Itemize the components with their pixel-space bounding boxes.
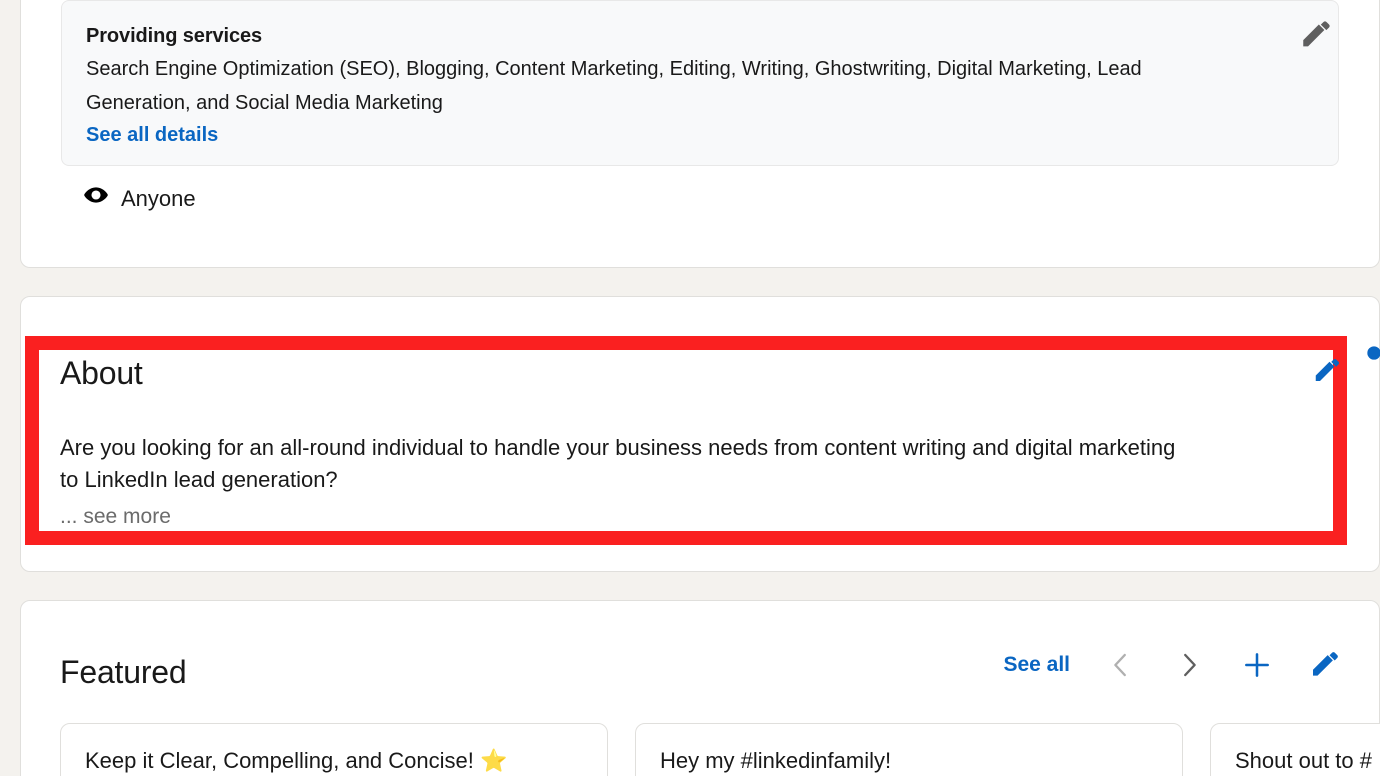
pencil-icon-fragment — [1366, 345, 1380, 361]
featured-actions: See all — [1003, 648, 1342, 682]
visibility-label: Anyone — [121, 185, 196, 211]
featured-cards-carousel: Keep it Clear, Compelling, and Concise! … — [60, 723, 1380, 776]
services-visibility: Anyone — [83, 182, 196, 215]
about-body-line-2: to LinkedIn lead generation? — [60, 467, 338, 492]
see-all-details-link[interactable]: See all details — [86, 120, 218, 150]
plus-icon[interactable] — [1240, 648, 1274, 682]
featured-item[interactable]: Hey my #linkedinfamily! — [635, 723, 1183, 776]
providing-services-card: Providing services Search Engine Optimiz… — [20, 0, 1380, 268]
services-description: Search Engine Optimization (SEO), Bloggi… — [86, 58, 1142, 114]
featured-item-title: Shout out to # — [1235, 748, 1372, 773]
pencil-icon[interactable] — [1299, 18, 1333, 52]
about-body-line-1: Are you looking for an all-round individ… — [60, 435, 1176, 460]
featured-item-title: Keep it Clear, Compelling, and Concise! … — [85, 748, 508, 773]
featured-title: Featured — [60, 654, 187, 690]
featured-item-title: Hey my #linkedinfamily! — [660, 748, 892, 773]
pencil-icon[interactable] — [1312, 356, 1342, 386]
pencil-icon[interactable] — [1308, 648, 1342, 682]
eye-icon — [83, 182, 109, 215]
about-body-text: Are you looking for an all-round individ… — [60, 432, 1342, 496]
about-see-more-link[interactable]: ... see more — [60, 503, 171, 531]
featured-item[interactable]: Shout out to # — [1210, 723, 1380, 776]
chevron-right-icon[interactable] — [1172, 648, 1206, 682]
chevron-left-icon[interactable] — [1104, 648, 1138, 682]
see-all-link[interactable]: See all — [1003, 653, 1070, 677]
featured-item[interactable]: Keep it Clear, Compelling, and Concise! … — [60, 723, 608, 776]
services-title: Providing services — [86, 25, 263, 47]
services-inner-panel: Providing services Search Engine Optimiz… — [61, 0, 1339, 166]
about-title: About — [60, 355, 143, 391]
